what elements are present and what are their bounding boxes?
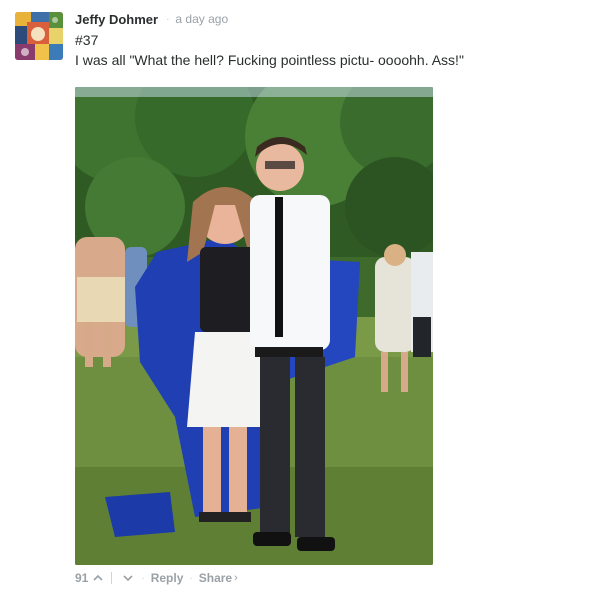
reply-link[interactable]: Reply <box>151 571 184 585</box>
timestamp[interactable]: a day ago <box>175 12 228 26</box>
comment-header: Jeffy Dohmer · a day ago <box>75 10 228 28</box>
comment-line-text: I was all "What the hell? Fucking pointl… <box>75 52 464 68</box>
header-separator: · <box>166 13 170 25</box>
comment-footer: 91 · Reply · Share › <box>75 570 238 586</box>
comment-body: #37 I was all "What the hell? Fucking po… <box>75 30 464 70</box>
user-avatar[interactable] <box>15 12 63 60</box>
comment-post: Jeffy Dohmer · a day ago #37 I was all "… <box>0 0 600 599</box>
chevron-down-icon[interactable] <box>121 571 135 585</box>
chevron-right-icon[interactable]: › <box>234 572 238 584</box>
vote-count: 91 <box>75 571 89 585</box>
author-name[interactable]: Jeffy Dohmer <box>75 12 158 27</box>
photo-image <box>75 87 433 565</box>
chevron-up-icon[interactable] <box>91 571 105 585</box>
comment-line-number: #37 <box>75 32 99 48</box>
share-link[interactable]: Share <box>199 571 232 585</box>
footer-dot: · <box>141 572 145 584</box>
footer-dot: · <box>189 572 193 584</box>
attached-photo[interactable] <box>75 87 433 565</box>
vote-divider <box>111 572 113 584</box>
